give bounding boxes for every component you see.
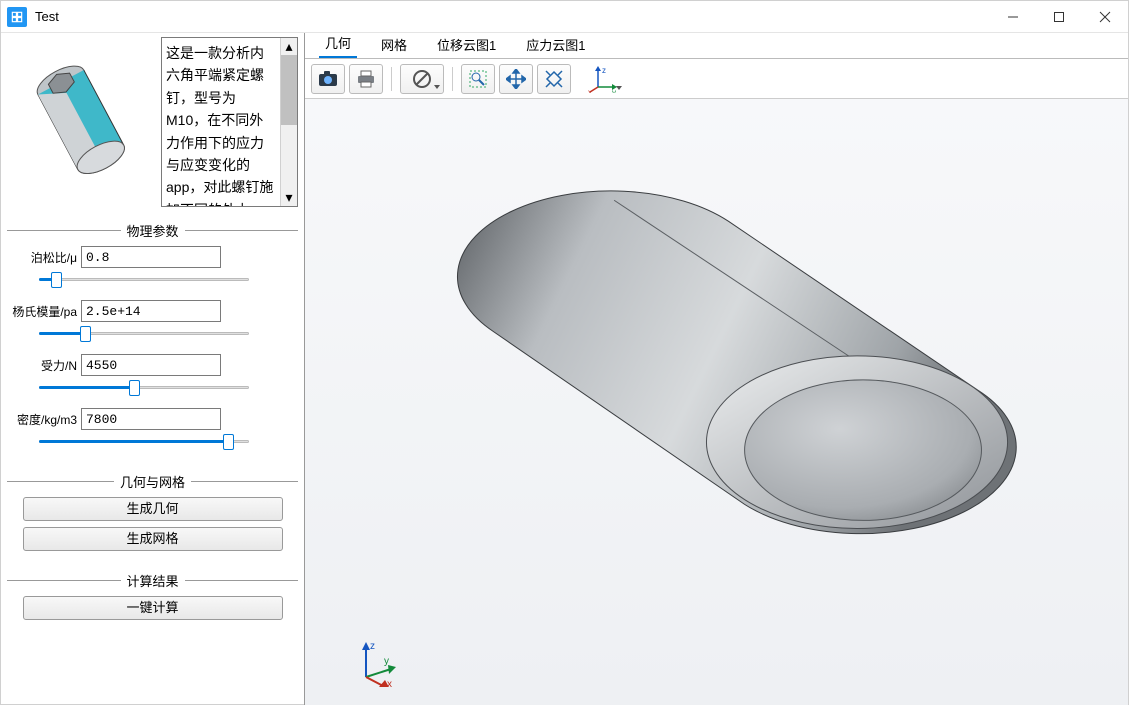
tabs: 几何 网格 位移云图1 应力云图1 <box>305 33 1128 59</box>
axes-orientation-button[interactable]: z y x <box>581 64 625 94</box>
pan-button[interactable] <box>499 64 533 94</box>
poisson-label: 泊松比/μ <box>7 249 81 266</box>
tab-mesh[interactable]: 网格 <box>375 31 413 58</box>
layers-button[interactable] <box>400 64 444 94</box>
scroll-down-icon[interactable]: ▾ <box>281 189 297 206</box>
young-slider[interactable] <box>39 324 249 342</box>
titlebar: Test <box>1 1 1128 33</box>
close-button[interactable] <box>1082 1 1128 32</box>
poisson-slider[interactable] <box>39 270 249 288</box>
viewport-3d[interactable]: z y x <box>305 99 1128 705</box>
app-icon <box>7 7 27 27</box>
axis-z-label: z <box>370 641 375 652</box>
description-scrollbar[interactable]: ▴ ▾ <box>280 38 297 206</box>
tab-displacement[interactable]: 位移云图1 <box>431 31 502 58</box>
poisson-input[interactable] <box>81 246 221 268</box>
fit-icon <box>544 69 564 89</box>
geometry-render <box>305 99 1128 705</box>
main-panel: 几何 网格 位移云图1 应力云图1 <box>305 33 1128 705</box>
generate-mesh-button[interactable]: 生成网格 <box>23 527 283 551</box>
svg-text:x: x <box>588 88 592 93</box>
axis-triad-icon: z y x <box>351 637 401 687</box>
axis-y-label: y <box>384 656 389 667</box>
generate-geometry-button[interactable]: 生成几何 <box>23 497 283 521</box>
minimize-button[interactable] <box>990 1 1036 32</box>
camera-icon <box>318 71 338 87</box>
force-label: 受力/N <box>7 357 81 374</box>
pan-icon <box>506 69 526 89</box>
young-label: 杨氏模量/pa <box>7 303 81 320</box>
sidebar: 这是一款分析内六角平端紧定螺钉，型号为M10，在不同外力作用下的应力与应变变化的… <box>1 33 305 705</box>
printer-icon <box>356 70 376 88</box>
dropdown-caret-icon <box>434 85 440 89</box>
toolbar: z y x <box>305 59 1128 99</box>
force-slider[interactable] <box>39 378 249 396</box>
description-text: 这是一款分析内六角平端紧定螺钉，型号为M10，在不同外力作用下的应力与应变变化的… <box>166 42 295 207</box>
snapshot-button[interactable] <box>311 64 345 94</box>
density-input[interactable] <box>81 408 221 430</box>
xyz-axes-icon: z y x <box>588 65 618 93</box>
geometry-thumbnail <box>7 37 157 207</box>
section-physics-label: 物理参数 <box>121 221 185 240</box>
density-slider[interactable] <box>39 432 249 450</box>
description-box: 这是一款分析内六角平端紧定螺钉，型号为M10，在不同外力作用下的应力与应变变化的… <box>161 37 298 207</box>
density-label: 密度/kg/m3 <box>7 411 81 428</box>
axis-x-label: x <box>387 679 392 687</box>
zoom-box-icon <box>468 69 488 89</box>
svg-text:z: z <box>602 66 606 75</box>
stop-icon <box>412 69 432 89</box>
tab-geometry[interactable]: 几何 <box>319 29 357 58</box>
tab-stress[interactable]: 应力云图1 <box>520 31 591 58</box>
zoom-box-button[interactable] <box>461 64 495 94</box>
dropdown-caret-icon <box>616 86 622 90</box>
compute-button[interactable]: 一键计算 <box>23 596 283 620</box>
scroll-up-icon[interactable]: ▴ <box>281 38 297 55</box>
maximize-button[interactable] <box>1036 1 1082 32</box>
print-button[interactable] <box>349 64 383 94</box>
young-input[interactable] <box>81 300 221 322</box>
section-result-label: 计算结果 <box>121 571 185 590</box>
section-geom-label: 几何与网格 <box>114 472 191 491</box>
force-input[interactable] <box>81 354 221 376</box>
window-title: Test <box>35 9 990 24</box>
fit-button[interactable] <box>537 64 571 94</box>
